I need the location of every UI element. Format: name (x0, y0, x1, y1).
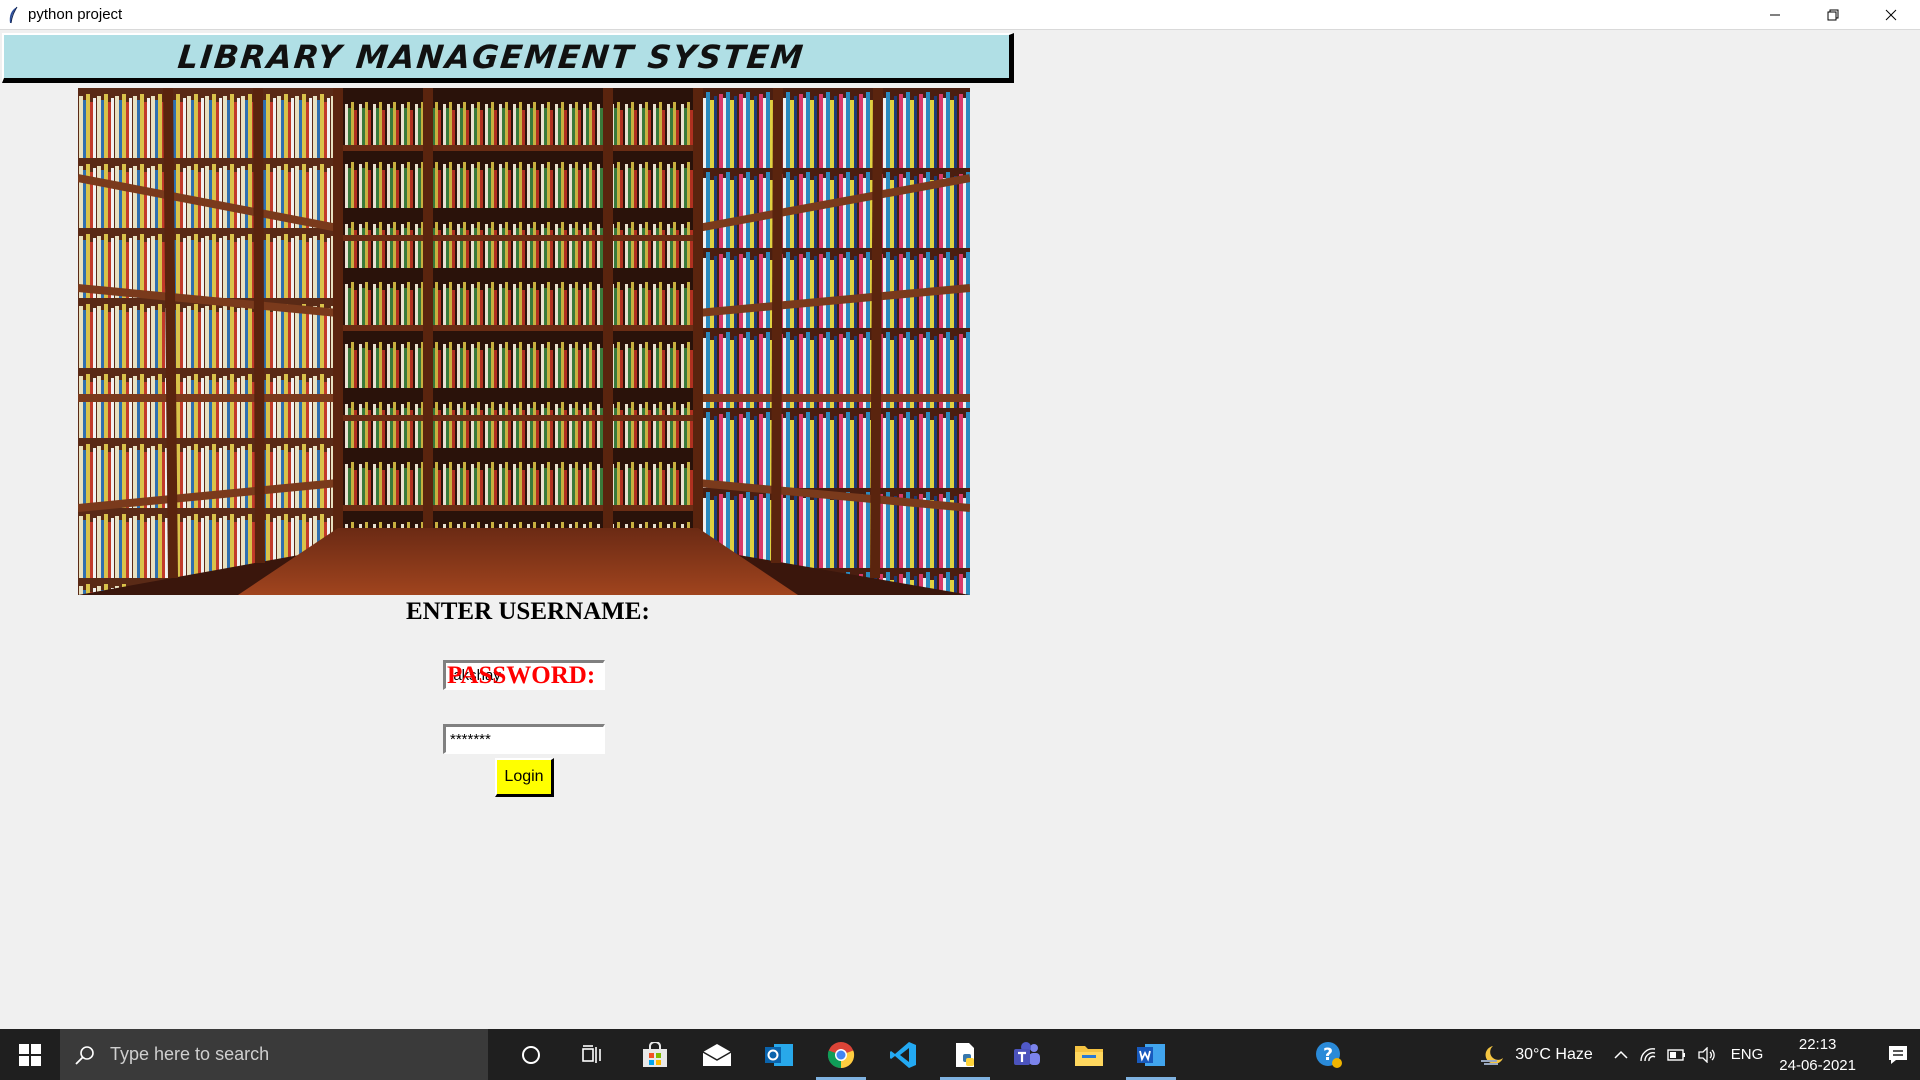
task-view-icon (582, 1044, 601, 1063)
weather-text: 30°C Haze (1515, 1045, 1593, 1063)
python-editor-icon (956, 1042, 974, 1067)
start-button[interactable] (0, 1029, 60, 1080)
window-titlebar: python project (0, 0, 1920, 30)
word-button[interactable] (1120, 1029, 1182, 1080)
word-icon (1137, 1043, 1165, 1066)
vscode-button[interactable] (872, 1029, 934, 1080)
store-button[interactable] (624, 1029, 686, 1080)
task-view-button[interactable] (562, 1029, 624, 1080)
username-label: ENTER USERNAME: (406, 598, 650, 625)
chrome-button[interactable] (810, 1029, 872, 1080)
windows-icon (19, 1043, 41, 1066)
app-title: LIBRARY MANAGEMENT SYSTEM (176, 37, 807, 76)
teams-button[interactable] (996, 1029, 1058, 1080)
search-icon (75, 1045, 94, 1065)
wifi-icon[interactable] (1639, 1047, 1657, 1063)
weather-widget[interactable]: 30°C Haze (1479, 1044, 1593, 1066)
search-placeholder: Type here to search (110, 1044, 270, 1064)
cortana-icon (522, 1045, 540, 1064)
taskbar-clock[interactable]: 22:13 24-06-2021 (1779, 1034, 1856, 1076)
header-banner: LIBRARY MANAGEMENT SYSTEM (2, 33, 1014, 83)
clock-time: 22:13 (1798, 1035, 1837, 1053)
library-bookshelf-image (78, 88, 970, 595)
python-editor-button[interactable] (934, 1029, 996, 1080)
notification-icon (1889, 1045, 1907, 1064)
clock-date: 24-06-2021 (1779, 1056, 1856, 1074)
feather-app-icon (9, 6, 18, 23)
taskbar-search-box[interactable]: Type here to search (60, 1029, 488, 1080)
help-button[interactable]: ? (1298, 1029, 1360, 1080)
help-icon: ? (1316, 1041, 1342, 1068)
close-icon (1885, 9, 1897, 20)
app-content: LIBRARY MANAGEMENT SYSTEM ENTER USERNAME… (0, 30, 1920, 1029)
vscode-icon (890, 1041, 916, 1068)
taskbar-pinned-apps (500, 1029, 1182, 1080)
minimize-button[interactable] (1746, 0, 1804, 29)
battery-icon[interactable] (1667, 1048, 1687, 1062)
restore-icon (1827, 9, 1839, 20)
password-label: PASSWORD: (447, 662, 596, 689)
outlook-button[interactable] (748, 1029, 810, 1080)
teams-icon (1014, 1041, 1040, 1065)
tray-icons (1613, 1046, 1717, 1063)
system-tray: 30°C Haze ENG 22:13 24-06-2021 (1479, 1029, 1920, 1080)
bookshelf-illustration (78, 88, 970, 595)
folder-icon (1075, 1045, 1103, 1066)
store-icon (643, 1041, 667, 1067)
minimize-icon (1770, 14, 1780, 15)
outlook-icon (765, 1043, 793, 1066)
moon-haze-icon (1481, 1045, 1504, 1065)
svg-text:?: ? (1323, 1045, 1333, 1065)
mail-button[interactable] (686, 1029, 748, 1080)
login-button[interactable]: Login (495, 758, 554, 797)
notification-center-button[interactable] (1876, 1044, 1920, 1066)
mail-icon (702, 1043, 732, 1066)
restore-button[interactable] (1804, 0, 1862, 29)
windows-taskbar: Type here to search ? 30°C Haze ENG 22:1… (0, 1029, 1920, 1080)
window-title: python project (28, 6, 123, 23)
chrome-icon (827, 1041, 855, 1068)
window-controls (1746, 0, 1920, 29)
chevron-up-icon[interactable] (1613, 1047, 1629, 1063)
close-button[interactable] (1862, 0, 1920, 29)
cortana-button[interactable] (500, 1029, 562, 1080)
file-explorer-button[interactable] (1058, 1029, 1120, 1080)
volume-icon[interactable] (1697, 1046, 1717, 1063)
password-input[interactable] (443, 724, 605, 754)
language-indicator[interactable]: ENG (1731, 1046, 1764, 1063)
